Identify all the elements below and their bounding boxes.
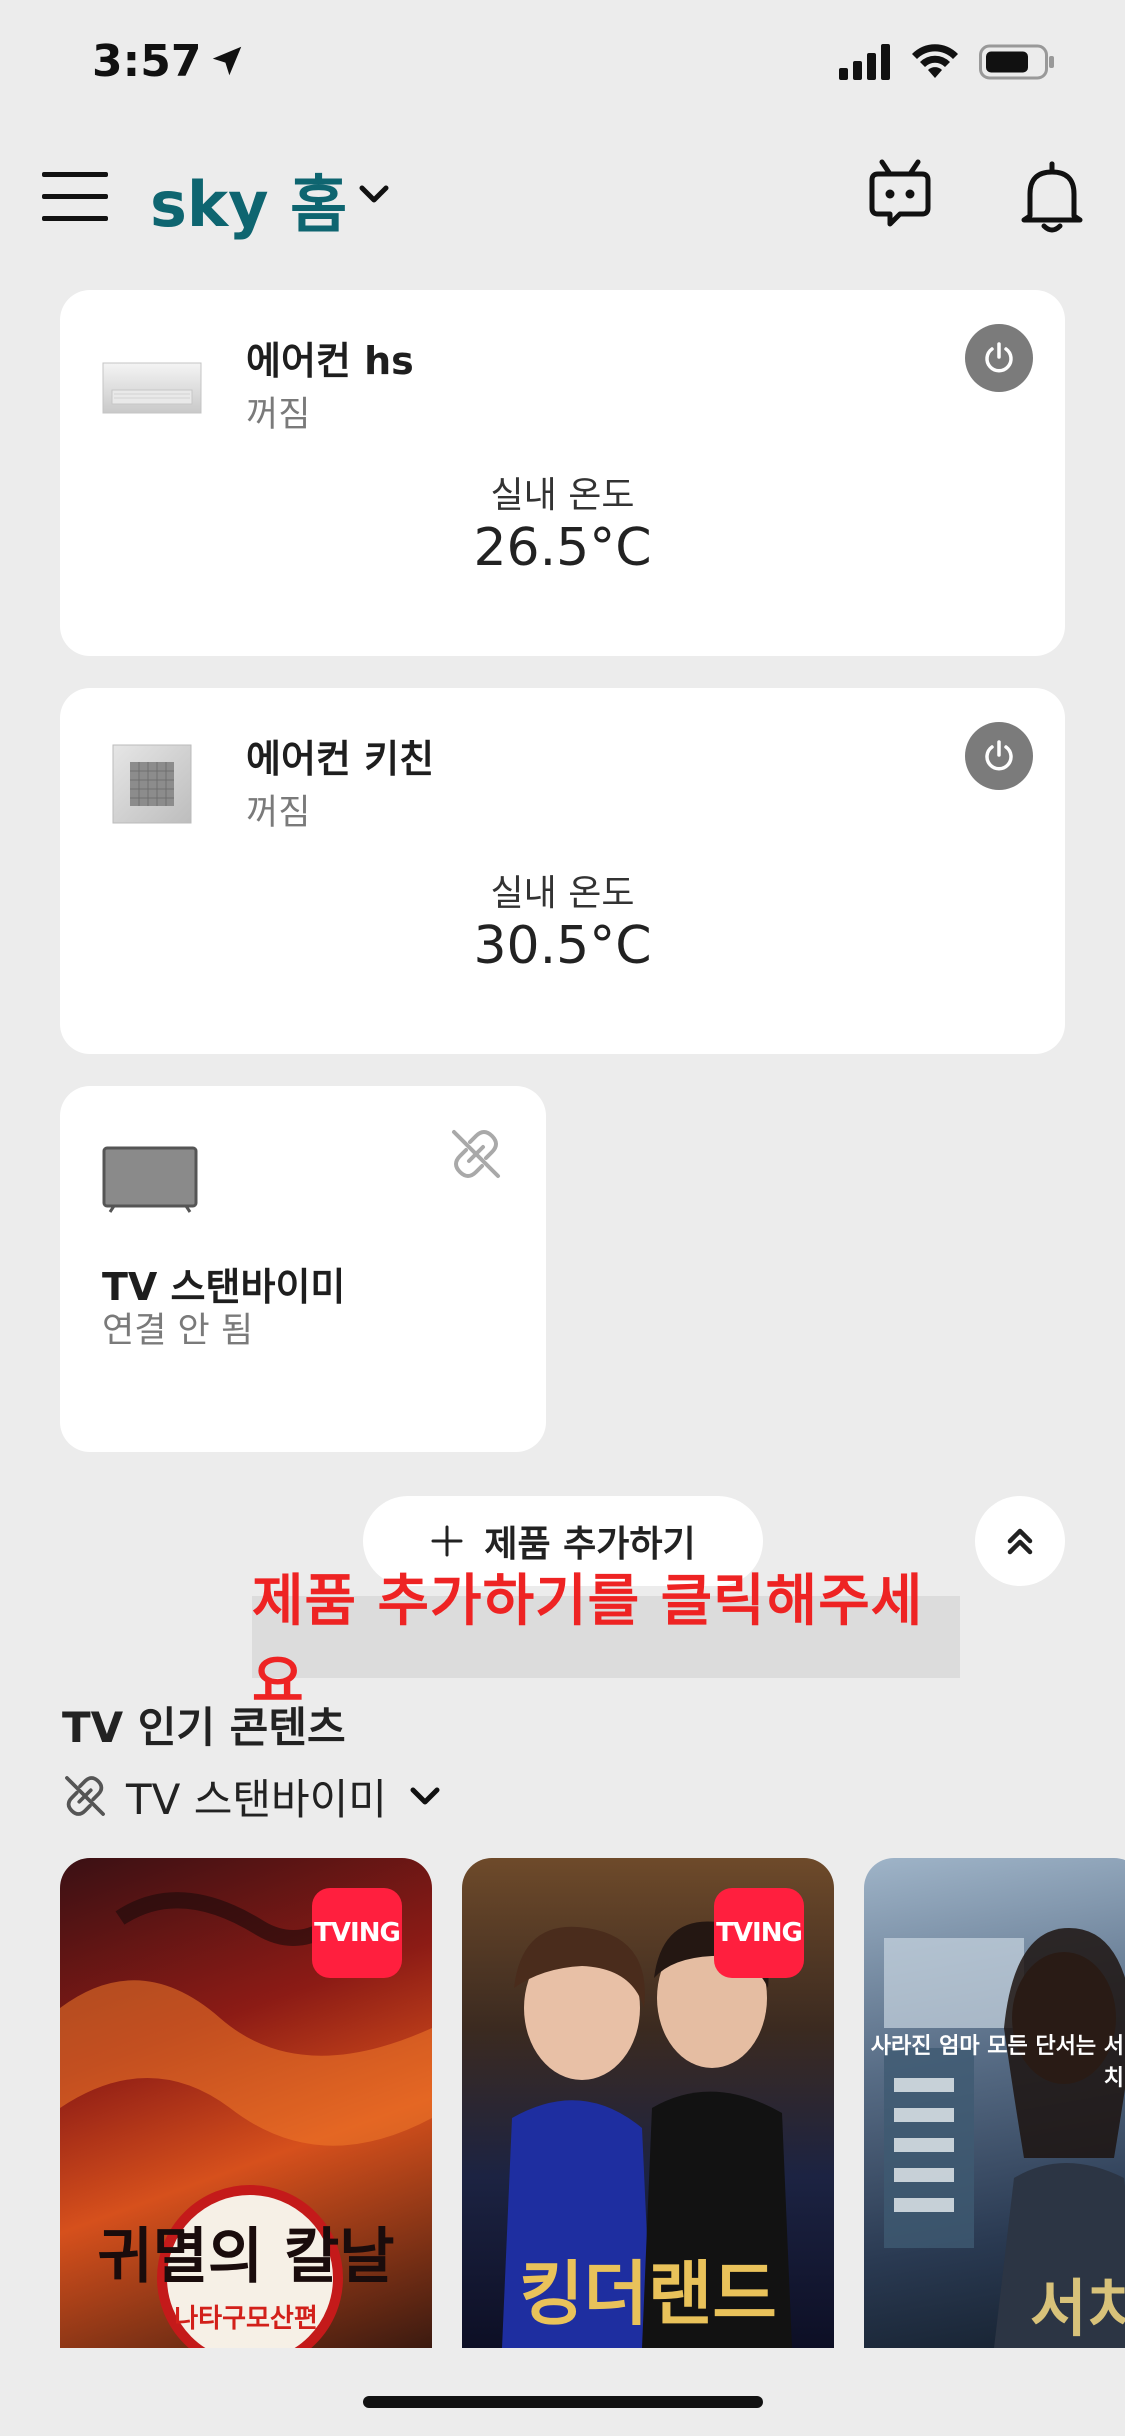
tving-badge: TVING (312, 1888, 402, 1978)
content-poster[interactable]: 사라진 엄마 모든 단서는 서치 서치 (864, 1858, 1125, 2348)
device-name: 에어컨 키친 (246, 737, 435, 781)
instruction-hint: 제품 추가하기를 클릭해주세요 (252, 1569, 960, 1715)
content-poster[interactable]: TVING 귀멸의 칼날 나타구모산편 (60, 1858, 432, 2348)
tving-badge: TVING (714, 1888, 804, 1978)
device-card-aircon-hs[interactable]: 에어컨 hs 꺼짐 실내 온도 26.5°C (60, 290, 1065, 656)
indoor-temp-label: 실내 온도 (490, 873, 635, 914)
device-status: 꺼짐 (246, 395, 311, 435)
bell-icon[interactable] (1016, 158, 1088, 238)
power-button[interactable] (965, 722, 1033, 790)
content-poster[interactable]: TVING 킹더랜드 (462, 1858, 834, 2348)
poster-title: 서치 (1029, 2272, 1125, 2345)
location-arrow-icon (212, 46, 242, 76)
chevron-down-icon[interactable] (354, 174, 394, 214)
chevron-down-icon (410, 1787, 440, 1805)
device-card-aircon-kitchen[interactable]: 에어컨 키친 꺼짐 실내 온도 30.5°C (60, 688, 1065, 1054)
indoor-temp-value: 26.5°C (473, 518, 652, 578)
header: sky 홈 (0, 140, 1125, 250)
collapse-button[interactable] (975, 1496, 1065, 1586)
link-broken-icon (65, 1776, 105, 1816)
power-button[interactable] (965, 324, 1033, 392)
indoor-temp-value: 30.5°C (473, 916, 652, 976)
device-card-tv-standbyme[interactable]: TV 스탠바이미 연결 안 됨 (60, 1086, 546, 1452)
indoor-temp-label: 실내 온도 (490, 475, 635, 516)
battery-icon (979, 44, 1054, 80)
power-icon (985, 342, 1013, 373)
chatbot-icon[interactable] (860, 152, 940, 232)
power-icon (985, 740, 1013, 771)
ceiling-aircon-icon (102, 362, 202, 414)
home-indicator (363, 2396, 763, 2408)
home-selector[interactable]: sky 홈 (150, 154, 347, 244)
status-bar: 3:57 (0, 0, 1125, 130)
selected-tv-label: TV 스탠바이미 (126, 1774, 387, 1824)
wifi-icon (912, 44, 958, 78)
plus-icon (431, 1525, 463, 1557)
section-title-tv-content: TV 인기 콘텐츠 (62, 1703, 346, 1752)
cassette-aircon-icon (112, 744, 192, 824)
poster-caption: 사라진 엄마 모든 단서는 서치 (870, 2034, 1124, 2091)
poster-title: 킹더랜드 (519, 2253, 777, 2335)
chevron-double-up-icon (1007, 1528, 1033, 1555)
status-indicators (839, 44, 1055, 80)
device-name: 에어컨 hs (246, 339, 414, 383)
device-status: 연결 안 됨 (102, 1311, 254, 1351)
hamburger-menu-icon[interactable] (42, 170, 108, 224)
poster-title: 귀멸의 칼날 (97, 2222, 395, 2292)
tv-selector[interactable]: TV 스탠바이미 (62, 1766, 445, 1826)
device-status: 꺼짐 (246, 793, 311, 833)
link-broken-icon (452, 1130, 500, 1178)
poster-subtitle: 나타구모산편 (174, 2304, 318, 2334)
tv-icon (102, 1146, 198, 1213)
status-time: 3:57 (92, 36, 202, 87)
cellular-signal-icon (839, 44, 890, 80)
